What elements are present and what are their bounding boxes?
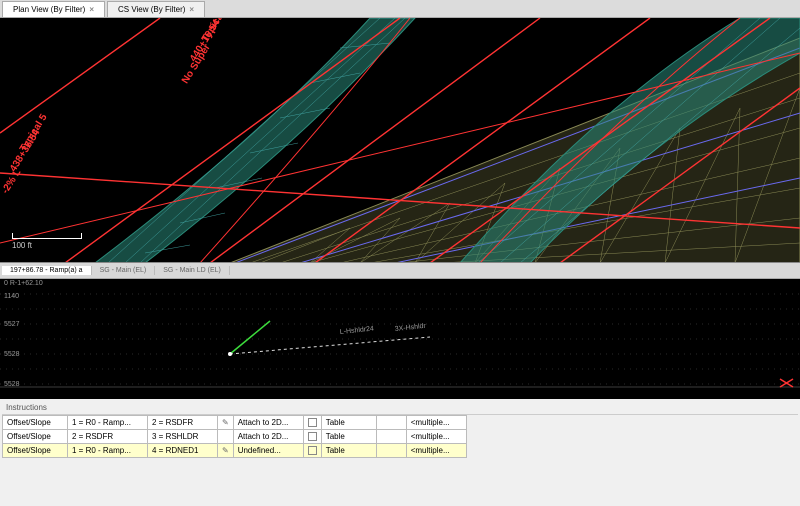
- section-title: 0 R-1+62.10: [4, 280, 43, 287]
- section-tab[interactable]: SG - Main LD (EL): [155, 266, 230, 275]
- cell-table[interactable]: Table: [321, 416, 376, 430]
- scale-label: 100 ft: [12, 241, 32, 250]
- cell-to[interactable]: 4 = RDNED1: [148, 444, 218, 458]
- svg-text:3X-Hshldr: 3X-Hshldr: [394, 323, 426, 333]
- tab-label: CS View (By Filter): [118, 5, 185, 14]
- close-icon[interactable]: ×: [189, 5, 194, 14]
- section-drawing: L-Hshldr24 3X-Hshldr: [0, 279, 800, 399]
- scale-bar: 100 ft: [12, 233, 82, 250]
- pencil-icon[interactable]: ✎: [218, 416, 234, 430]
- cell-attach[interactable]: Undefined...: [233, 444, 303, 458]
- cell-multi[interactable]: <multiple...: [406, 444, 466, 458]
- svg-text:L-Hshldr24: L-Hshldr24: [339, 325, 374, 336]
- cell-table[interactable]: Table: [321, 430, 376, 444]
- tab-plan-view[interactable]: Plan View (By Filter) ×: [2, 1, 105, 17]
- cell-attach[interactable]: Attach to 2D...: [233, 416, 303, 430]
- table-row[interactable]: Offset/Slope 1 = R0 - Ramp... 2 = RSDFR …: [3, 416, 467, 430]
- instructions-panel: Instructions Offset/Slope 1 = R0 - Ramp.…: [0, 399, 800, 506]
- instructions-table: Offset/Slope 1 = R0 - Ramp... 2 = RSDFR …: [2, 415, 467, 458]
- cell-to[interactable]: 3 = RSHLDR: [148, 430, 218, 444]
- checkbox[interactable]: [303, 444, 321, 458]
- cell-table[interactable]: Table: [321, 444, 376, 458]
- tab-cs-view[interactable]: CS View (By Filter) ×: [107, 1, 205, 17]
- pencil-icon[interactable]: [218, 430, 234, 444]
- cell-blank: [376, 444, 406, 458]
- cell-to[interactable]: 2 = RSDFR: [148, 416, 218, 430]
- table-row[interactable]: Offset/Slope 1 = R0 - Ramp... 4 = RDNED1…: [3, 444, 467, 458]
- cell-multi[interactable]: <multiple...: [406, 416, 466, 430]
- plan-view[interactable]: Typical 5 438+36.54 -2% L Typical 6/7 44…: [0, 18, 800, 263]
- tab-label: SG - Main LD (EL): [163, 267, 221, 274]
- y-tick: 5528: [4, 351, 20, 358]
- cell-from[interactable]: 1 = R0 - Ramp...: [68, 444, 148, 458]
- cell-from[interactable]: 2 = RSDFR: [68, 430, 148, 444]
- y-tick: 1140: [4, 293, 19, 300]
- cell-blank: [376, 416, 406, 430]
- checkbox[interactable]: [303, 416, 321, 430]
- cell-blank: [376, 430, 406, 444]
- cell-type: Offset/Slope: [3, 444, 68, 458]
- y-tick: 5527: [4, 321, 20, 328]
- close-icon[interactable]: ×: [89, 5, 94, 14]
- checkbox[interactable]: [303, 430, 321, 444]
- cell-attach[interactable]: Attach to 2D...: [233, 430, 303, 444]
- instructions-header: Instructions: [2, 401, 798, 415]
- plan-drawing: [0, 18, 800, 263]
- cell-type: Offset/Slope: [3, 416, 68, 430]
- pencil-icon[interactable]: ✎: [218, 444, 234, 458]
- cell-multi[interactable]: <multiple...: [406, 430, 466, 444]
- table-row[interactable]: Offset/Slope 2 = RSDFR 3 = RSHLDR Attach…: [3, 430, 467, 444]
- section-tab[interactable]: SG - Main (EL): [92, 266, 156, 275]
- section-tab-bar: 197+86.78 - Ramp(a) a SG - Main (EL) SG …: [0, 263, 800, 279]
- tab-label: SG - Main (EL): [100, 267, 147, 274]
- top-tab-bar: Plan View (By Filter) × CS View (By Filt…: [0, 0, 800, 18]
- section-tab[interactable]: 197+86.78 - Ramp(a) a: [2, 266, 92, 275]
- tab-label: 197+86.78 - Ramp(a) a: [10, 267, 83, 274]
- cross-section-view[interactable]: L-Hshldr24 3X-Hshldr 0 R-1+62.10 1140 55…: [0, 279, 800, 399]
- cell-from[interactable]: 1 = R0 - Ramp...: [68, 416, 148, 430]
- cell-type: Offset/Slope: [3, 430, 68, 444]
- y-tick: 5528: [4, 381, 20, 388]
- tab-label: Plan View (By Filter): [13, 5, 85, 14]
